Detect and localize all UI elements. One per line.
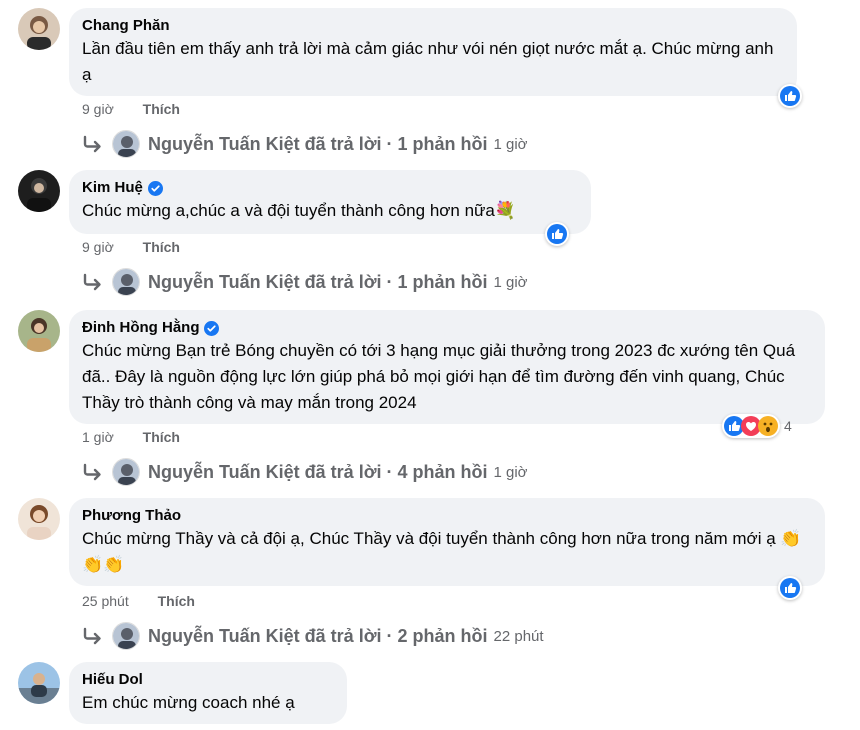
reply-arrow-icon xyxy=(83,273,101,291)
comment-time[interactable]: 9 giờ xyxy=(82,101,114,117)
reply-summary: Nguyễn Tuấn Kiệt đã trả lời · 1 phản hồi xyxy=(148,271,488,292)
reply-arrow-icon xyxy=(83,135,101,153)
view-replies-link[interactable]: Nguyễn Tuấn Kiệt đã trả lời · 4 phản hồi… xyxy=(82,458,528,486)
reply-time: 1 giờ xyxy=(493,273,528,291)
comment-text: Lần đầu tiên em thấy anh trả lời mà cảm … xyxy=(82,39,774,84)
reply-summary: Nguyễn Tuấn Kiệt đã trả lời · 2 phản hồi xyxy=(148,625,488,646)
like-button[interactable]: Thích xyxy=(143,429,180,445)
avatar[interactable] xyxy=(18,8,60,50)
comment-meta: 9 giờ Thích xyxy=(82,238,180,256)
like-reaction-icon xyxy=(780,578,800,598)
comment-author[interactable]: Kim Huệ xyxy=(82,178,578,198)
avatar[interactable] xyxy=(18,310,60,352)
wow-reaction-icon xyxy=(758,416,778,436)
reply-time: 22 phút xyxy=(493,627,544,645)
reply-time: 1 giờ xyxy=(493,135,528,153)
comment-bubble: Kim Huệ Chúc mừng a,chúc a và đội tuyển … xyxy=(69,170,591,234)
comment-text: Chúc mừng Thầy và cả đội ạ, Chúc Thầy và… xyxy=(82,529,802,574)
reply-arrow-icon xyxy=(83,627,101,645)
reply-summary: Nguyễn Tuấn Kiệt đã trả lời · 4 phản hồi xyxy=(148,461,488,482)
avatar xyxy=(112,622,140,650)
comment-time[interactable]: 1 giờ xyxy=(82,429,114,445)
avatar xyxy=(112,130,140,158)
comment-author[interactable]: Hiếu Dol xyxy=(82,670,334,690)
like-button[interactable]: Thích xyxy=(143,101,180,117)
comment-text: Em chúc mừng coach nhé ạ xyxy=(82,693,295,712)
comment-author[interactable]: Đinh Hồng Hằng xyxy=(82,318,812,338)
reaction-summary[interactable] xyxy=(545,222,569,246)
comment-time[interactable]: 9 giờ xyxy=(82,239,114,255)
reaction-summary[interactable]: 4 xyxy=(722,414,792,438)
comment-text: Chúc mừng Bạn trẻ Bóng chuyền có tới 3 h… xyxy=(82,341,796,412)
like-reaction-icon xyxy=(547,224,567,244)
view-replies-link[interactable]: Nguyễn Tuấn Kiệt đã trả lời · 2 phản hồi… xyxy=(82,622,544,650)
view-replies-link[interactable]: Nguyễn Tuấn Kiệt đã trả lời · 1 phản hồi… xyxy=(82,268,528,296)
comment-bubble: Chang Phăn Lần đầu tiên em thấy anh trả … xyxy=(69,8,797,96)
comment-time[interactable]: 25 phút xyxy=(82,593,129,609)
like-reaction-icon xyxy=(780,86,800,106)
reply-time: 1 giờ xyxy=(493,463,528,481)
reaction-summary[interactable] xyxy=(778,576,802,600)
verified-badge-icon xyxy=(147,180,163,196)
verified-badge-icon xyxy=(204,320,220,336)
reaction-count: 4 xyxy=(784,418,792,434)
like-button[interactable]: Thích xyxy=(143,239,180,255)
reply-arrow-icon xyxy=(83,463,101,481)
avatar[interactable] xyxy=(18,498,60,540)
avatar xyxy=(112,268,140,296)
comment-meta: 25 phút Thích xyxy=(82,592,195,610)
comment-author[interactable]: Chang Phăn xyxy=(82,16,784,36)
comment-bubble: Đinh Hồng Hằng Chúc mừng Bạn trẻ Bóng ch… xyxy=(69,310,825,424)
comment-bubble: Hiếu Dol Em chúc mừng coach nhé ạ xyxy=(69,662,347,724)
comment-text: Chúc mừng a,chúc a và đội tuyển thành cô… xyxy=(82,201,517,220)
comment-author[interactable]: Phương Thảo xyxy=(82,506,812,526)
avatar[interactable] xyxy=(18,170,60,212)
avatar xyxy=(112,458,140,486)
view-replies-link[interactable]: Nguyễn Tuấn Kiệt đã trả lời · 1 phản hồi… xyxy=(82,130,528,158)
like-button[interactable]: Thích xyxy=(158,593,195,609)
comment-meta: 1 giờ Thích xyxy=(82,428,180,446)
comment-meta: 9 giờ Thích xyxy=(82,100,180,118)
comment-bubble: Phương Thảo Chúc mừng Thầy và cả đội ạ, … xyxy=(69,498,825,586)
reaction-summary[interactable] xyxy=(778,84,802,108)
reply-summary: Nguyễn Tuấn Kiệt đã trả lời · 1 phản hồi xyxy=(148,133,488,154)
avatar[interactable] xyxy=(18,662,60,704)
